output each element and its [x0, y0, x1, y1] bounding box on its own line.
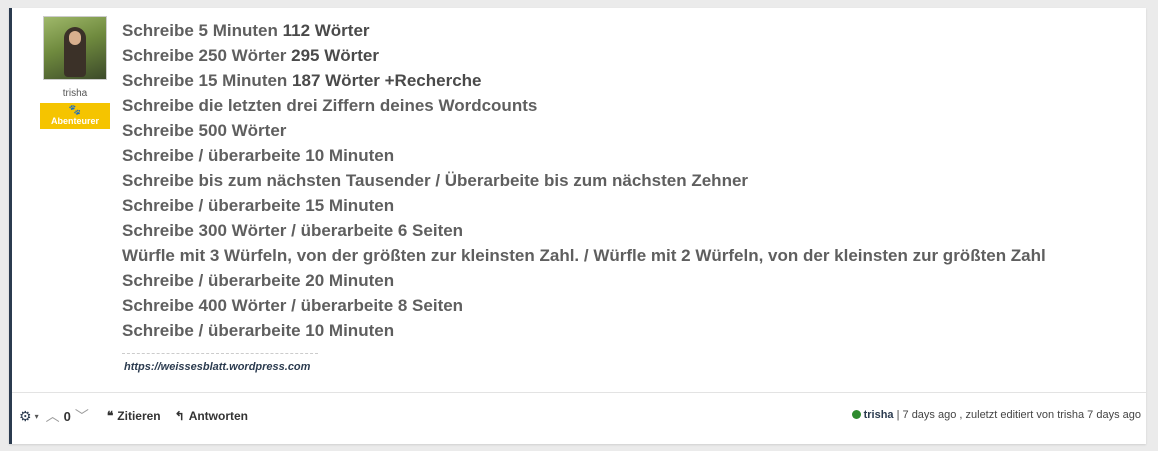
- content-line: Schreibe 15 Minuten 187 Wörter +Recherch…: [122, 71, 482, 90]
- online-status-icon: [851, 410, 861, 419]
- post-toolbar: ⚙ ▾ ︿ 0 ﹀ ❝ Zitieren ↰ Antworten: [19, 406, 248, 426]
- content-line: Schreibe 500 Wörter: [122, 121, 287, 140]
- upvote-icon[interactable]: ︿: [46, 406, 60, 426]
- content-line: Schreibe / überarbeite 20 Minuten: [122, 271, 395, 290]
- post-content: Schreibe 5 Minuten 112 Wörter Schreibe 2…: [122, 18, 1046, 343]
- signature-divider: [122, 353, 318, 354]
- gear-icon[interactable]: ⚙: [19, 408, 32, 425]
- reply-label: Antworten: [188, 409, 249, 423]
- footer-divider: [12, 392, 1146, 393]
- post-card: trisha 🐾 Abenteurer Schreibe 5 Minuten 1…: [9, 8, 1146, 444]
- meta-text: | 7 days ago , zuletzt editiert von tris…: [893, 409, 1141, 421]
- content-line: Schreibe 400 Wörter / überarbeite 8 Seit…: [122, 296, 464, 315]
- avatar-face: [69, 31, 81, 45]
- reply-button[interactable]: ↰ Antworten: [175, 409, 248, 423]
- downvote-icon[interactable]: ﹀: [75, 406, 89, 426]
- meta-username[interactable]: trisha: [864, 409, 894, 421]
- rank-badge: 🐾 Abenteurer: [40, 103, 110, 129]
- content-line: Schreibe 250 Wörter 295 Wörter: [122, 46, 379, 65]
- quote-label: Zitieren: [117, 409, 161, 423]
- content-line: Schreibe bis zum nächsten Tausender / Üb…: [122, 171, 749, 190]
- author-username[interactable]: trisha: [40, 88, 110, 99]
- content-line: Schreibe / überarbeite 10 Minuten: [122, 146, 395, 165]
- reply-icon: ↰: [174, 409, 185, 423]
- post-meta: trisha | 7 days ago , zuletzt editiert v…: [851, 409, 1141, 421]
- signature-link[interactable]: https://weissesblatt.wordpress.com: [124, 361, 310, 373]
- content-line: Schreibe 300 Wörter / überarbeite 6 Seit…: [122, 221, 464, 240]
- content-line: Schreibe / überarbeite 15 Minuten: [122, 196, 395, 215]
- rank-label: Abenteurer: [50, 116, 99, 126]
- caret-down-icon[interactable]: ▾: [35, 412, 39, 421]
- content-line: Schreibe / überarbeite 10 Minuten: [122, 321, 395, 340]
- quote-button[interactable]: ❝ Zitieren: [107, 409, 161, 423]
- content-line: Schreibe 5 Minuten 112 Wörter: [122, 21, 370, 40]
- vote-count: 0: [63, 408, 71, 424]
- content-line: Schreibe die letzten drei Ziffern deines…: [122, 96, 538, 115]
- post-author: trisha 🐾 Abenteurer: [40, 16, 110, 129]
- paw-icon: 🐾: [68, 105, 82, 116]
- avatar[interactable]: [43, 16, 107, 80]
- content-line: Würfle mit 3 Würfeln, von der größten zu…: [122, 246, 1046, 265]
- quote-icon: ❝: [106, 409, 114, 423]
